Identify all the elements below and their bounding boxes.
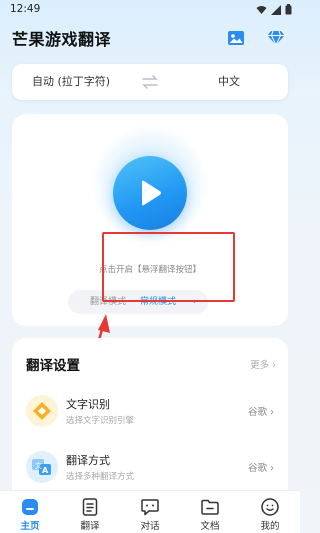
status-icons [256,4,292,15]
setting-value[interactable]: 谷歌 › [248,460,274,474]
folder-icon [201,499,219,515]
start-floating-button[interactable] [113,156,187,230]
profile-icon [261,498,279,516]
nav-label: 对话 [140,521,160,532]
chat-icon [141,499,159,516]
home-icon [22,499,38,515]
document-icon [82,498,98,516]
setting-row-translate-method[interactable]: 文 A 翻译方式 选择多种翻译方式 谷歌 › [12,444,288,490]
play-icon [142,180,161,206]
signal-icon [271,4,281,15]
status-bar: 12:49 [0,0,300,22]
setting-desc: 选择多种翻译方式 [66,472,135,482]
nav-item-home[interactable]: 主页 [0,491,60,533]
diamond-icon [267,30,285,46]
settings-more-link[interactable]: 更多 › [250,357,276,371]
swap-arrows-icon [142,75,158,89]
setting-name: 文字识别 [66,398,110,411]
swap-language-button[interactable] [140,74,160,90]
translate-icon: 文 A [32,459,51,475]
image-translate-button[interactable] [224,26,248,50]
vip-button[interactable] [264,26,288,50]
translation-settings-card: 翻译设置 更多 › 文字识别 选择文字识别引擎 谷歌 › 文 A 翻译方式 选择… [12,338,288,498]
setting-value[interactable]: 谷歌 › [248,404,274,418]
image-icon [228,31,244,45]
nav-item-translate[interactable]: 翻译 [60,491,120,533]
nav-label: 翻译 [80,521,100,532]
diamond-scan-icon [33,402,51,420]
source-language-button[interactable]: 自动 (拉丁字符) [12,64,130,100]
annotation-highlight-box [102,232,235,302]
setting-name: 翻译方式 [66,454,110,467]
target-language-button[interactable]: 中文 [170,64,288,100]
language-selector: 自动 (拉丁字符) 中文 [12,64,288,100]
ocr-setting-icon-wrap [26,395,58,427]
nav-label: 我的 [260,521,280,532]
battery-icon [285,4,292,15]
nav-label: 主页 [20,521,40,532]
nav-label: 文档 [200,521,220,532]
setting-row-ocr[interactable]: 文字识别 选择文字识别引擎 谷歌 › [12,388,288,434]
status-time: 12:49 [10,3,41,15]
nav-item-documents[interactable]: 文档 [180,491,240,533]
svg-text:A: A [42,466,49,475]
settings-title: 翻译设置 [26,358,80,374]
nav-item-chat[interactable]: 对话 [120,491,180,533]
setting-desc: 选择文字识别引擎 [66,416,135,426]
app-header: 芒果游戏翻译 [0,22,300,58]
bottom-nav: 主页 翻译 对话 文档 我的 [0,490,300,533]
nav-item-profile[interactable]: 我的 [240,491,300,533]
svg-text:文: 文 [35,461,42,470]
app-title: 芒果游戏翻译 [12,30,112,49]
wifi-icon [256,5,267,14]
translate-setting-icon-wrap: 文 A [26,451,58,483]
